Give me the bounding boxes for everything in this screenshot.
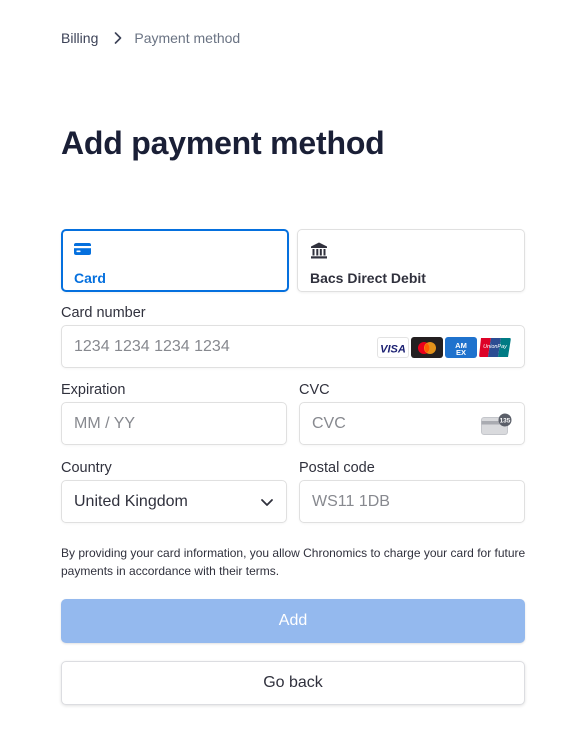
chevron-right-icon xyxy=(114,32,122,44)
mastercard-icon xyxy=(411,337,443,358)
tab-bacs-label: Bacs Direct Debit xyxy=(310,270,426,286)
expiration-field xyxy=(61,402,287,445)
breadcrumb-billing-link[interactable]: Billing xyxy=(61,30,98,46)
bank-icon xyxy=(310,242,512,260)
svg-text:UnionPay: UnionPay xyxy=(483,344,508,350)
card-number-label: Card number xyxy=(61,305,146,321)
postal-code-field xyxy=(299,480,525,523)
page-title: Add payment method xyxy=(61,125,385,161)
cvc-icon-number: 135 xyxy=(500,417,511,424)
expiration-label: Expiration xyxy=(61,382,126,398)
unionpay-icon: UnionPay xyxy=(479,337,511,358)
card-brands: VISA AM EX UnionPay xyxy=(377,337,511,358)
cvc-label: CVC xyxy=(299,382,330,398)
svg-text:VISA: VISA xyxy=(380,343,406,354)
card-number-input[interactable] xyxy=(74,326,398,367)
card-icon xyxy=(74,242,276,260)
expiration-input[interactable] xyxy=(74,403,231,444)
card-number-field: VISA AMEX UnionPay xyxy=(61,325,525,368)
chevron-down-icon xyxy=(260,495,274,514)
country-label: Country xyxy=(61,460,112,476)
cvc-input[interactable] xyxy=(312,403,469,444)
breadcrumb-current: Payment method xyxy=(134,30,241,46)
country-value: United Kingdom xyxy=(74,492,188,510)
add-button[interactable]: Add xyxy=(61,599,525,643)
country-select[interactable]: United Kingdom xyxy=(61,480,287,523)
breadcrumb: Billing Payment method xyxy=(61,30,240,46)
amex-icon: AM EX xyxy=(445,337,477,358)
legal-notice: By providing your card information, you … xyxy=(61,546,526,578)
svg-text:EX: EX xyxy=(456,348,466,357)
postal-code-label: Postal code xyxy=(299,460,375,476)
visa-icon: VISA xyxy=(377,337,409,358)
tab-card[interactable]: Card xyxy=(61,229,289,292)
postal-code-input[interactable] xyxy=(312,481,469,522)
go-back-button[interactable]: Go back xyxy=(61,661,525,705)
payment-method-tabs: Card Bacs Direct Debit xyxy=(61,229,525,292)
tab-card-label: Card xyxy=(74,270,106,286)
cvc-card-icon: 135 xyxy=(481,413,512,441)
tab-bacs-direct-debit[interactable]: Bacs Direct Debit xyxy=(297,229,525,292)
cvc-field: 135 xyxy=(299,402,525,445)
